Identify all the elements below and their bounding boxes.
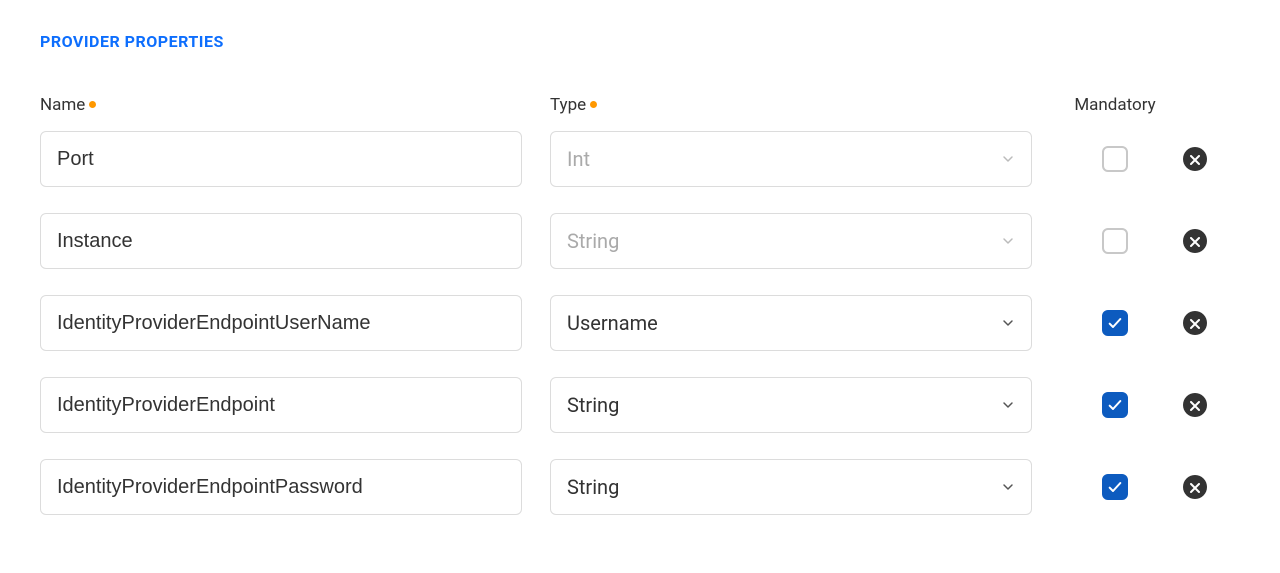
chevron-down-icon [999,478,1017,496]
close-icon [1190,314,1200,333]
close-icon [1190,396,1200,415]
mandatory-checkbox[interactable] [1102,310,1128,336]
delete-row-button[interactable] [1183,229,1207,253]
mandatory-checkbox[interactable] [1102,146,1128,172]
header-name: Name [40,95,85,115]
delete-row-button[interactable] [1183,147,1207,171]
property-row: String [40,459,1240,515]
property-type-value: Username [567,311,658,335]
header-mandatory: Mandatory [1074,95,1155,115]
property-row: String [40,213,1240,269]
property-row: Int [40,131,1240,187]
property-type-select[interactable]: Int [550,131,1032,187]
property-type-value: Int [567,147,590,171]
section-title: PROVIDER PROPERTIES [40,32,1240,51]
close-icon [1190,150,1200,169]
property-name-input[interactable] [40,377,522,433]
property-type-value: String [567,229,619,253]
delete-row-button[interactable] [1183,475,1207,499]
property-name-input[interactable] [40,213,522,269]
close-icon [1190,478,1200,497]
property-type-select[interactable]: String [550,213,1032,269]
delete-row-button[interactable] [1183,393,1207,417]
property-type-value: String [567,393,619,417]
close-icon [1190,232,1200,251]
delete-row-button[interactable] [1183,311,1207,335]
column-headers: Name Type Mandatory [40,95,1240,115]
chevron-down-icon [999,232,1017,250]
chevron-down-icon [999,314,1017,332]
header-type: Type [550,95,586,115]
mandatory-checkbox[interactable] [1102,474,1128,500]
property-type-select[interactable]: String [550,459,1032,515]
chevron-down-icon [999,396,1017,414]
property-name-input[interactable] [40,459,522,515]
property-type-value: String [567,475,619,499]
property-row: Username [40,295,1240,351]
mandatory-checkbox[interactable] [1102,228,1128,254]
property-name-input[interactable] [40,131,522,187]
property-type-select[interactable]: String [550,377,1032,433]
property-type-select[interactable]: Username [550,295,1032,351]
chevron-down-icon [999,150,1017,168]
required-dot-icon [590,101,597,108]
property-name-input[interactable] [40,295,522,351]
property-row: String [40,377,1240,433]
required-dot-icon [89,101,96,108]
mandatory-checkbox[interactable] [1102,392,1128,418]
